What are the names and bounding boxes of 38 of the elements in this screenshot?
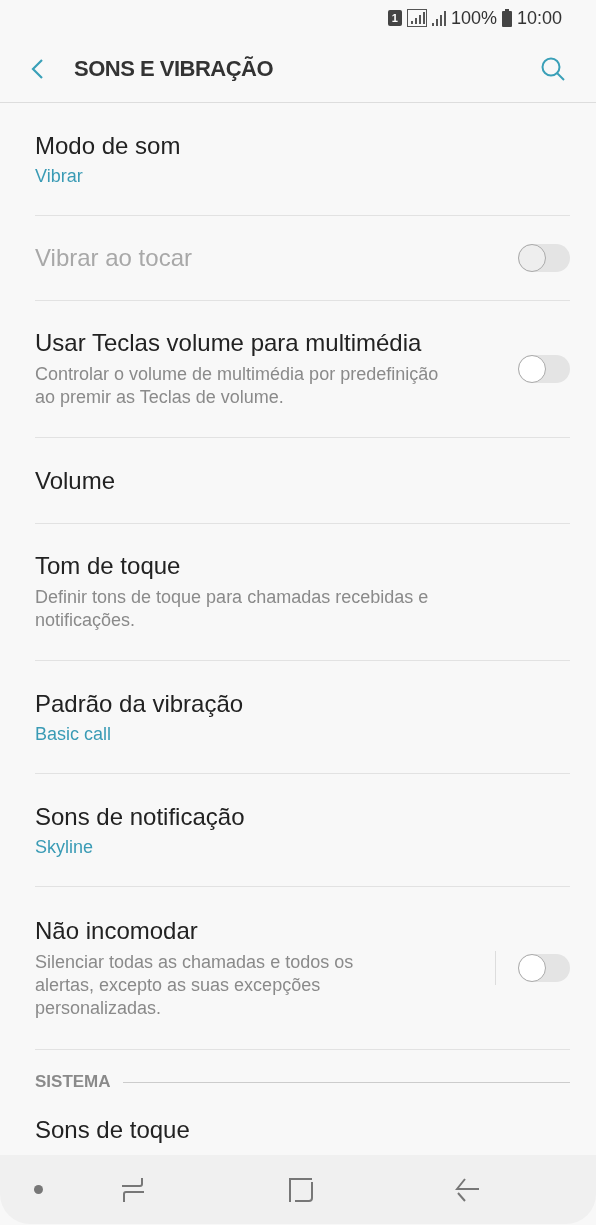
- signal-icon: [431, 10, 446, 26]
- settings-item[interactable]: Sons de toque: [35, 1114, 570, 1155]
- setting-value: Skyline: [35, 836, 95, 858]
- sim-icon: 1: [387, 10, 402, 26]
- setting-description: Definir tons de toque para chamadas recebidas e notificações.: [35, 586, 430, 632]
- recent-apps-button[interactable]: [121, 1176, 145, 1203]
- setting-description: Controlar o volume de multimédia por predefinição ao premir as Teclas de volume.: [35, 363, 440, 409]
- battery-level: 100%: [450, 7, 497, 29]
- setting-title: Padrão da vibração: [35, 689, 245, 718]
- page-title: SONS E VIBRAÇÃO: [74, 56, 275, 82]
- settings-item[interactable]: Volume: [35, 438, 570, 524]
- section-header: SISTEMA: [35, 1072, 111, 1092]
- signal-icon: [406, 9, 427, 27]
- setting-title: Sons de toque: [35, 1116, 191, 1144]
- setting-title: Vibrar ao tocar: [35, 244, 193, 272]
- home-button[interactable]: [289, 1177, 313, 1202]
- search-button[interactable]: [540, 56, 566, 82]
- setting-title: Volume: [35, 466, 117, 495]
- setting-description: Silenciar todas as chamadas e todos os alertas, excepto as suas excepções personalizadas.: [35, 950, 355, 1020]
- setting-title: Modo de som: [35, 131, 182, 160]
- setting-title: Usar Teclas volume para multimédia: [35, 329, 423, 357]
- back-button[interactable]: [455, 1177, 479, 1202]
- dot-icon[interactable]: [34, 1185, 43, 1194]
- setting-title: Sons de notificação: [35, 802, 246, 831]
- settings-item[interactable]: Não incomodar Silenciar todas as chamadas e todos os alertas, excepto as suas excepções personalizadas.: [35, 887, 570, 1050]
- setting-value: Basic call: [35, 723, 113, 745]
- settings-item[interactable]: Padrão da vibração Basic call: [35, 661, 570, 774]
- battery-icon: [501, 9, 512, 27]
- settings-item[interactable]: Usar Teclas volume para multimédia Controlar o volume de multimédia por predefinição ao premir as Teclas de volume.: [35, 301, 570, 438]
- toggle-switch[interactable]: [518, 954, 570, 982]
- clock: 10:00: [516, 7, 562, 29]
- settings-item[interactable]: Sons de notificação Skyline: [35, 774, 570, 887]
- setting-title: Não incomodar: [35, 916, 199, 945]
- toggle-switch[interactable]: [518, 355, 570, 383]
- settings-item[interactable]: Modo de som Vibrar: [35, 103, 570, 216]
- settings-item[interactable]: Tom de toque Definir tons de toque para chamadas recebidas e notificações.: [35, 524, 570, 661]
- setting-title: Tom de toque: [35, 552, 182, 580]
- setting-value: Vibrar: [35, 165, 84, 187]
